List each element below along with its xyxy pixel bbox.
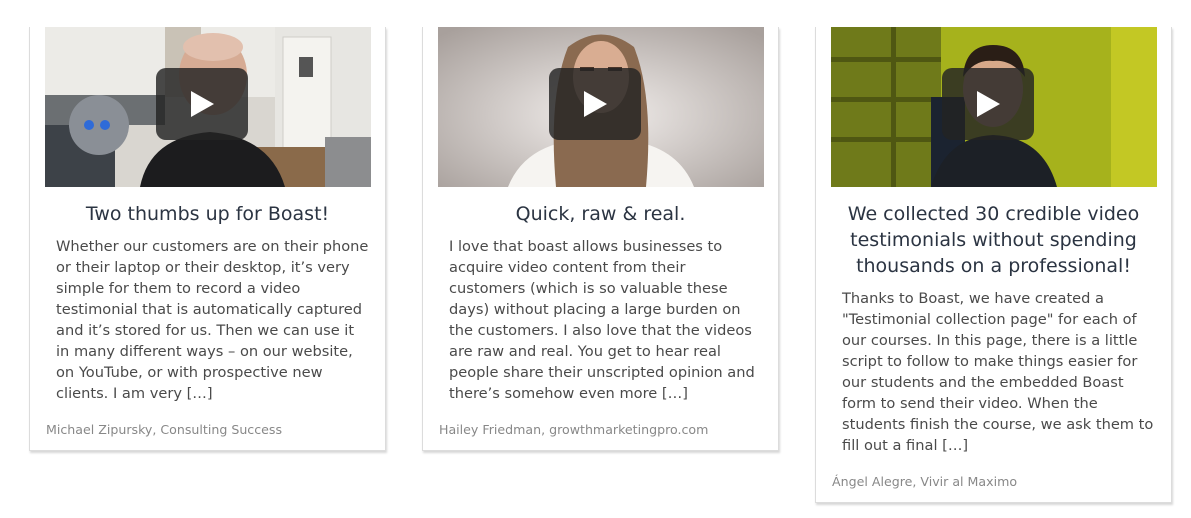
play-button[interactable] [941,68,1034,140]
testimonial-card: Quick, raw & real. I love that boast all… [422,27,779,451]
read-more-link[interactable]: […] [942,437,968,454]
play-icon [583,91,607,117]
video-thumbnail[interactable] [830,27,1157,187]
testimonial-title: Quick, raw & real. [515,203,686,225]
read-more-link[interactable]: […] [187,385,213,402]
video-thumbnail[interactable] [44,27,371,187]
play-icon [976,91,1000,117]
play-button[interactable] [155,68,248,140]
play-icon [190,91,214,117]
testimonial-author: Ángel Alegre, Vivir al Maximo [832,474,1018,489]
testimonial-text: Whether our customers are on their phone… [56,238,369,402]
testimonial-text: Thanks to Boast, we have created a "Test… [842,290,1154,454]
testimonial-card: We collected 30 credible video testimoni… [815,27,1172,503]
testimonial-title: We collected 30 credible video testimoni… [847,203,1140,277]
testimonial-author: Hailey Friedman, growthmarketingpro.com [439,422,709,437]
testimonial-author: Michael Zipursky, Consulting Success [46,422,283,437]
play-button[interactable] [548,68,641,140]
video-thumbnail[interactable] [437,27,764,187]
testimonial-title: Two thumbs up for Boast! [85,203,330,225]
read-more-link[interactable]: […] [662,385,688,402]
testimonial-card: Two thumbs up for Boast! Whether our cus… [29,27,386,451]
testimonial-text: I love that boast allows businesses to a… [449,238,755,402]
